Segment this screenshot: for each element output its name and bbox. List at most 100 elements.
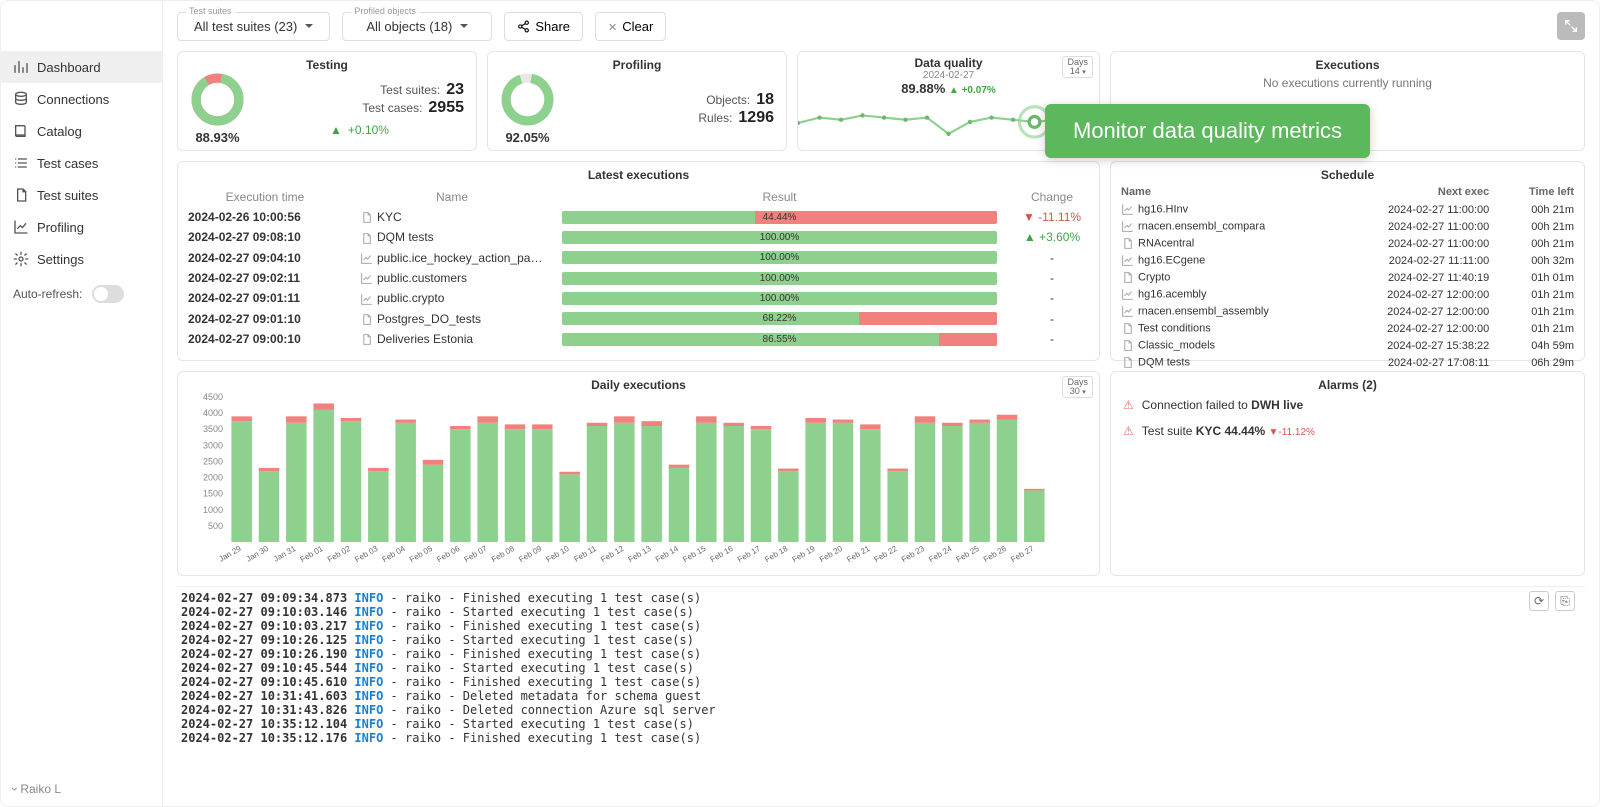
sidebar-item-dashboard[interactable]: Dashboard [1, 51, 162, 83]
svg-text:4000: 4000 [203, 408, 223, 418]
log-line: 2024-02-27 10:35:12.176 INFO - raiko - F… [181, 731, 1581, 745]
sidebar-item-connections[interactable]: Connections [1, 83, 162, 115]
sidebar-item-label: Catalog [37, 124, 82, 139]
table-row[interactable]: 2024-02-27 09:08:10DQM tests100.00%▲ +3.… [180, 228, 1097, 246]
card-title: Daily executions [178, 372, 1099, 392]
profiling-pct: 92.05% [500, 130, 555, 145]
table-row[interactable]: 2024-02-27 09:01:11public.crypto100.00%- [180, 289, 1097, 307]
doc-icon [360, 333, 373, 346]
card-title: Schedule [1111, 162, 1584, 182]
test-suites-filter[interactable]: Test suites All test suites (23) [177, 12, 330, 41]
dq-delta: +0.07% [962, 85, 996, 96]
svg-text:Feb 08: Feb 08 [490, 544, 517, 565]
chart-icon [1121, 203, 1134, 216]
table-row[interactable]: Classic_models2024-02-27 15:38:2204h 59m [1113, 338, 1582, 353]
chart-icon [360, 293, 373, 306]
card-title: Testing [178, 52, 476, 72]
doc-icon [1121, 237, 1134, 250]
table-row[interactable]: hg16.acembly2024-02-27 12:00:0001h 21m [1113, 287, 1582, 302]
chart-icon [360, 252, 373, 265]
chart-icon [360, 272, 373, 285]
dq-pct: 89.88% [901, 81, 945, 96]
col-header: Change [1007, 188, 1097, 206]
col-header: Time left [1499, 184, 1582, 200]
days-selector[interactable]: Days 14 ▾ [1062, 56, 1093, 78]
table-row[interactable]: DQM tests2024-02-27 17:08:1106h 29m [1113, 355, 1582, 370]
svg-text:Feb 04: Feb 04 [381, 544, 408, 565]
days-selector[interactable]: Days 30 ▾ [1062, 376, 1093, 398]
latest-executions-card: Latest executions Execution time Name Re… [177, 161, 1100, 361]
sidebar-item-label: Test cases [37, 156, 98, 171]
svg-text:Feb 01: Feb 01 [299, 544, 326, 565]
db-icon [13, 91, 29, 107]
table-row[interactable]: Test conditions2024-02-27 12:00:0001h 21… [1113, 321, 1582, 336]
profiling-card[interactable]: Profiling 92.05% Objects: 18 Rules: 1296 [487, 51, 787, 151]
col-header: Execution time [180, 188, 350, 206]
sidebar-item-settings[interactable]: Settings [1, 243, 162, 275]
summary-row: Testing 88.93% Test suites: 23 Test case… [177, 51, 1585, 151]
svg-text:Feb 13: Feb 13 [627, 544, 654, 565]
sidebar-item-catalog[interactable]: Catalog [1, 115, 162, 147]
svg-text:3500: 3500 [203, 424, 223, 434]
svg-text:2500: 2500 [203, 456, 223, 466]
doc-icon [1121, 322, 1134, 335]
sidebar-item-profiling[interactable]: Profiling [1, 211, 162, 243]
alarm-item[interactable]: ⚠Connection failed to DWH live [1111, 392, 1584, 418]
auto-refresh-label: Auto-refresh: [13, 287, 82, 301]
table-row[interactable]: rnacen.ensembl_assembly2024-02-27 12:00:… [1113, 304, 1582, 319]
log-line: 2024-02-27 09:10:45.610 INFO - raiko - F… [181, 675, 1581, 689]
table-row[interactable]: 2024-02-27 09:00:10Deliveries Estonia86.… [180, 330, 1097, 348]
card-title: Profiling [488, 52, 786, 72]
user-footer[interactable]: › Raiko L [1, 772, 162, 806]
svg-text:500: 500 [208, 521, 223, 531]
sidebar-item-test-cases[interactable]: Test cases [1, 147, 162, 179]
svg-text:Feb 03: Feb 03 [353, 544, 380, 565]
daily-executions-card: Days 30 ▾ Daily executions 5001000150020… [177, 371, 1100, 576]
table-row[interactable]: 2024-02-27 09:01:10Postgres_DO_tests68.2… [180, 310, 1097, 328]
callout-banner: Monitor data quality metrics [1045, 104, 1370, 158]
sidebar-item-label: Connections [37, 92, 109, 107]
gear-icon [13, 251, 29, 267]
table-row[interactable]: hg16.ECgene2024-02-27 11:11:0000h 32m [1113, 253, 1582, 268]
clear-label: Clear [622, 19, 653, 34]
chart-icon [1121, 288, 1134, 301]
warning-icon: ⚠ [1123, 398, 1134, 412]
log-refresh-button[interactable]: ⟳ [1529, 591, 1549, 611]
svg-text:Feb 12: Feb 12 [599, 544, 626, 565]
col-header: Name [1113, 184, 1335, 200]
table-row[interactable]: 2024-02-26 10:00:56KYC44.44%▼ -11.11% [180, 208, 1097, 226]
share-button[interactable]: Share [504, 12, 583, 41]
clear-button[interactable]: Clear [595, 12, 666, 41]
latest-executions-table: Execution time Name Result Change 2024-0… [178, 186, 1099, 350]
svg-text:Jan 29: Jan 29 [217, 544, 243, 564]
alarm-item[interactable]: ⚠Test suite KYC 44.44% ▼-11.12% [1111, 418, 1584, 444]
table-row[interactable]: 2024-02-27 09:04:10public.ice_hockey_act… [180, 249, 1097, 267]
testing-card[interactable]: Testing 88.93% Test suites: 23 Test case… [177, 51, 477, 151]
testing-donut-icon [190, 72, 245, 127]
doc-icon [1121, 356, 1134, 369]
svg-text:Jan 31: Jan 31 [272, 544, 298, 564]
table-row[interactable]: hg16.HInv2024-02-27 11:00:0000h 21m [1113, 202, 1582, 217]
svg-text:Feb 22: Feb 22 [873, 544, 900, 565]
filter-legend: Profiled objects [351, 6, 419, 16]
profiled-objects-filter[interactable]: Profiled objects All objects (18) [342, 12, 492, 41]
auto-refresh-toggle[interactable] [92, 285, 124, 303]
sidebar-item-test-suites[interactable]: Test suites [1, 179, 162, 211]
table-row[interactable]: Crypto2024-02-27 11:40:1901h 01m [1113, 270, 1582, 285]
dq-date: 2024-02-27 [798, 70, 1099, 81]
fullscreen-button[interactable] [1557, 12, 1585, 40]
svg-text:Feb 25: Feb 25 [955, 544, 982, 565]
table-row[interactable]: rnacen.ensembl_compara2024-02-27 11:00:0… [1113, 219, 1582, 234]
sidebar-item-label: Profiling [37, 220, 84, 235]
sidebar-item-label: Test suites [37, 188, 98, 203]
card-title: Alarms (2) [1111, 372, 1584, 392]
log-line: 2024-02-27 10:31:41.603 INFO - raiko - D… [181, 689, 1581, 703]
svg-text:Feb 15: Feb 15 [681, 544, 708, 565]
close-icon [608, 19, 617, 34]
svg-text:Feb 26: Feb 26 [982, 544, 1009, 565]
svg-text:1500: 1500 [203, 489, 223, 499]
log-copy-button[interactable]: ⎘ [1555, 591, 1575, 611]
table-row[interactable]: RNAcentral2024-02-27 11:00:0000h 21m [1113, 236, 1582, 251]
table-row[interactable]: 2024-02-27 09:02:11public.customers100.0… [180, 269, 1097, 287]
svg-text:2000: 2000 [203, 473, 223, 483]
